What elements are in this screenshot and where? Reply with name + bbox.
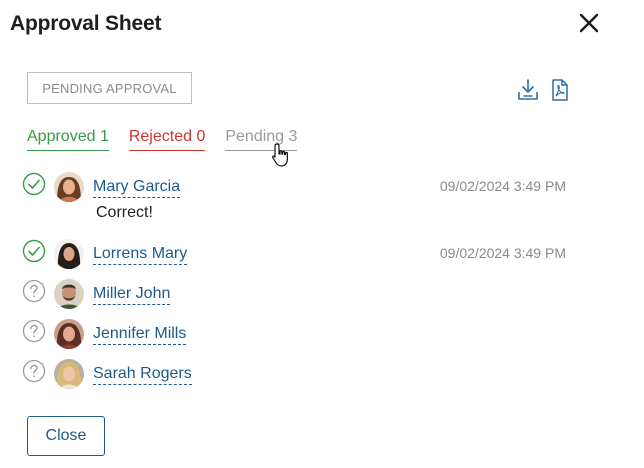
approver-row: Jennifer Mills xyxy=(22,319,582,351)
approver-row: Lorrens Mary 09/02/2024 3:49 PM xyxy=(22,239,582,271)
approver-name-link[interactable]: Lorrens Mary xyxy=(93,244,188,265)
avatar xyxy=(54,239,84,269)
avatar xyxy=(54,359,84,389)
avatar xyxy=(54,279,84,309)
approval-comment: Correct! xyxy=(96,204,153,221)
approval-timestamp: 09/02/2024 3:49 PM xyxy=(439,178,566,194)
pdf-icon[interactable] xyxy=(548,78,572,102)
check-circle-icon xyxy=(22,172,46,196)
avatar xyxy=(54,319,84,349)
download-icon[interactable] xyxy=(516,78,540,102)
approver-name-link[interactable]: Miller John xyxy=(93,284,171,305)
approval-timestamp: 09/02/2024 3:49 PM xyxy=(439,245,566,261)
tab-approved[interactable]: Approved 1 xyxy=(27,128,109,151)
approver-row: Miller John xyxy=(22,279,582,311)
approver-row: Mary Garcia 09/02/2024 3:49 PM xyxy=(22,172,582,204)
question-circle-icon xyxy=(22,279,46,303)
hand-cursor-icon xyxy=(272,143,288,167)
tab-rejected[interactable]: Rejected 0 xyxy=(128,128,206,151)
approver-row: Sarah Rogers xyxy=(22,359,582,391)
approver-name-link[interactable]: Sarah Rogers xyxy=(93,364,192,385)
question-circle-icon xyxy=(22,359,46,383)
dialog-title: Approval Sheet xyxy=(10,12,162,35)
approver-name-link[interactable]: Jennifer Mills xyxy=(93,324,187,345)
approver-name-link[interactable]: Mary Garcia xyxy=(93,177,181,198)
close-icon[interactable] xyxy=(574,8,604,38)
avatar xyxy=(54,172,84,202)
close-button[interactable]: Close xyxy=(27,416,105,456)
status-tabs: Approved 1 Rejected 0 Pending 3 xyxy=(27,128,298,151)
question-circle-icon xyxy=(22,319,46,343)
check-circle-icon xyxy=(22,239,46,263)
status-badge: PENDING APPROVAL xyxy=(27,72,192,104)
